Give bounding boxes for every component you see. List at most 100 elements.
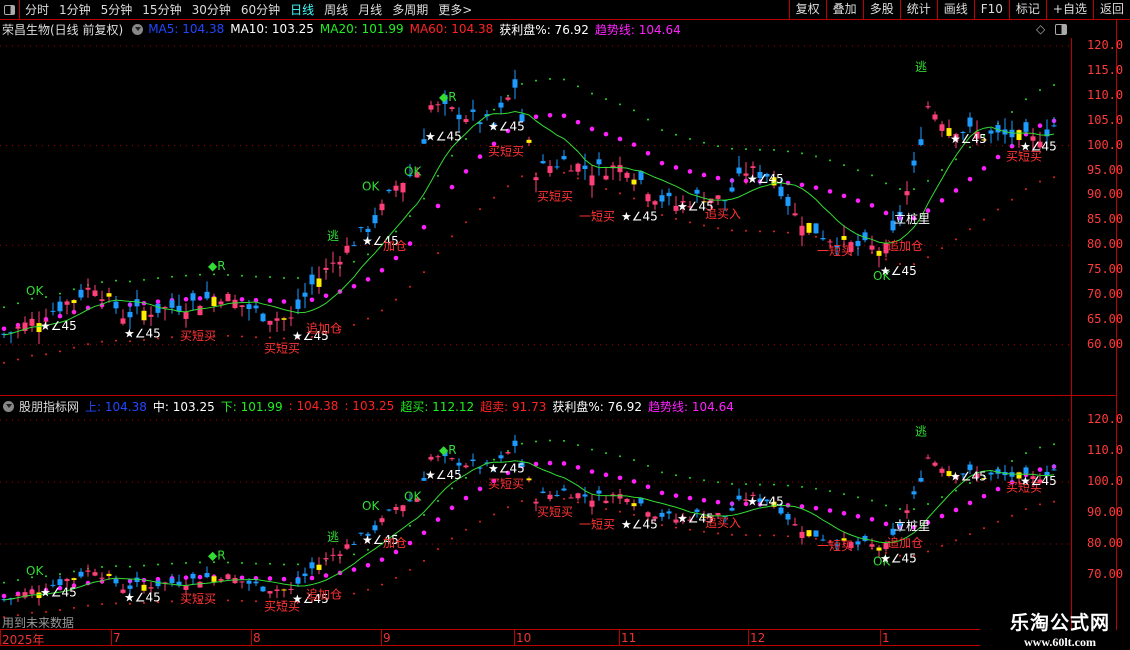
price-tick-label: 120.0: [1087, 412, 1124, 426]
candle-body: [106, 573, 112, 577]
upper-band-dot: [745, 148, 747, 151]
candle-body: [92, 290, 98, 296]
candle-body: [799, 225, 805, 236]
upper-band-dot: [703, 141, 705, 144]
candle-body: [113, 579, 119, 584]
candle-body: [603, 175, 609, 180]
upper-band-dot: [1053, 83, 1055, 86]
candle-body: [778, 507, 784, 514]
candle-body: [750, 166, 756, 168]
trend-dot: [687, 169, 693, 174]
candle-body: [274, 318, 280, 321]
upper-band-dot: [899, 187, 901, 190]
candle-body: [99, 299, 105, 302]
candle-body: [526, 139, 532, 143]
trend-dot: [365, 562, 371, 568]
price-chart[interactable]: OK★∠45★∠45 买短买◆R买短买★∠45追加仓逃 ★∠45OK加仓OK★∠45…: [0, 0, 1070, 630]
lower-band-dot: [227, 599, 229, 602]
lower-band-dot: [409, 568, 411, 571]
upper-band-dot: [829, 159, 831, 162]
lower-band-dot: [927, 256, 929, 259]
candle-body: [190, 573, 196, 579]
lower-band-dot: [395, 576, 397, 579]
upper-band-dot: [1039, 446, 1041, 449]
signal-label: ★∠45: [124, 326, 161, 340]
upper-band-dot: [59, 573, 61, 576]
candle-body: [806, 530, 812, 537]
upper-band-dot: [45, 296, 47, 299]
candle-body: [64, 578, 70, 582]
upper-band-dot: [773, 483, 775, 486]
upper-band-dot: [843, 493, 845, 496]
lower-band-dot: [59, 609, 61, 612]
lower-band-dot: [115, 339, 117, 342]
lower-band-dot: [577, 177, 579, 180]
signal-label: 买短买: [488, 145, 524, 159]
trend-dot: [561, 113, 567, 119]
candle-body: [232, 299, 238, 309]
upper-band-dot: [437, 499, 439, 502]
candle-body: [337, 261, 343, 265]
candle-body: [50, 310, 56, 312]
upper-band-dot: [675, 474, 677, 477]
signal-label: ★∠45: [880, 264, 917, 278]
candle-body: [169, 578, 175, 583]
upper-band-dot: [423, 197, 425, 200]
signal-label: ★∠45: [40, 319, 77, 333]
lower-band-dot: [129, 340, 131, 343]
lower-band-dot: [1011, 514, 1013, 517]
candle-body: [281, 318, 287, 320]
trend-dot: [967, 176, 973, 182]
price-tick-label: 80.00: [1087, 536, 1124, 550]
candle-body: [386, 189, 392, 192]
candle-body: [106, 293, 112, 297]
candle-body: [932, 114, 938, 120]
trend-dot: [365, 277, 371, 282]
candle-body: [85, 570, 91, 572]
candle-body: [379, 203, 385, 211]
candle-body: [792, 213, 798, 216]
candle-body: [715, 512, 721, 516]
candle-body: [540, 161, 546, 164]
candle-body: [239, 305, 245, 307]
lower-band-dot: [409, 285, 411, 288]
candle-body: [456, 114, 462, 120]
trend-dot: [673, 165, 679, 170]
lower-band-dot: [563, 497, 565, 500]
upper-band-dot: [367, 253, 369, 256]
trend-dot: [421, 530, 427, 536]
trend-dot: [421, 224, 427, 230]
candle-body: [575, 163, 581, 172]
upper-band-dot: [157, 563, 159, 566]
lower-band-dot: [773, 534, 775, 537]
candle-body: [911, 491, 917, 495]
upper-band-dot: [227, 273, 229, 276]
lower-band-dot: [45, 353, 47, 356]
lower-band-dot: [1039, 180, 1041, 183]
lower-band-dot: [983, 527, 985, 530]
candle-body: [449, 458, 455, 460]
candle-body: [799, 531, 805, 538]
signal-label: ★∠45: [1020, 140, 1057, 154]
candle-body: [267, 320, 273, 325]
signal-label: 加仓: [383, 239, 407, 253]
upper-band-dot: [885, 182, 887, 185]
candle-body: [596, 159, 602, 165]
trend-dot: [701, 497, 707, 503]
candle-body: [785, 196, 791, 206]
trend-dot: [351, 567, 357, 572]
lower-band-dot: [731, 533, 733, 536]
price-tick-label: 120.0: [1087, 38, 1124, 52]
candle-body: [813, 530, 819, 537]
lower-band-dot: [171, 336, 173, 339]
candle-body: [1023, 122, 1029, 132]
lower-band-dot: [479, 520, 481, 523]
candle-body: [330, 554, 336, 556]
candle-body: [617, 165, 623, 173]
toolbar-button[interactable]: 返回: [1092, 0, 1130, 20]
lower-band-dot: [367, 588, 369, 591]
candle-body: [561, 156, 567, 160]
candle-body: [113, 301, 119, 309]
candle-body: [246, 580, 252, 584]
lower-band-dot: [633, 197, 635, 200]
